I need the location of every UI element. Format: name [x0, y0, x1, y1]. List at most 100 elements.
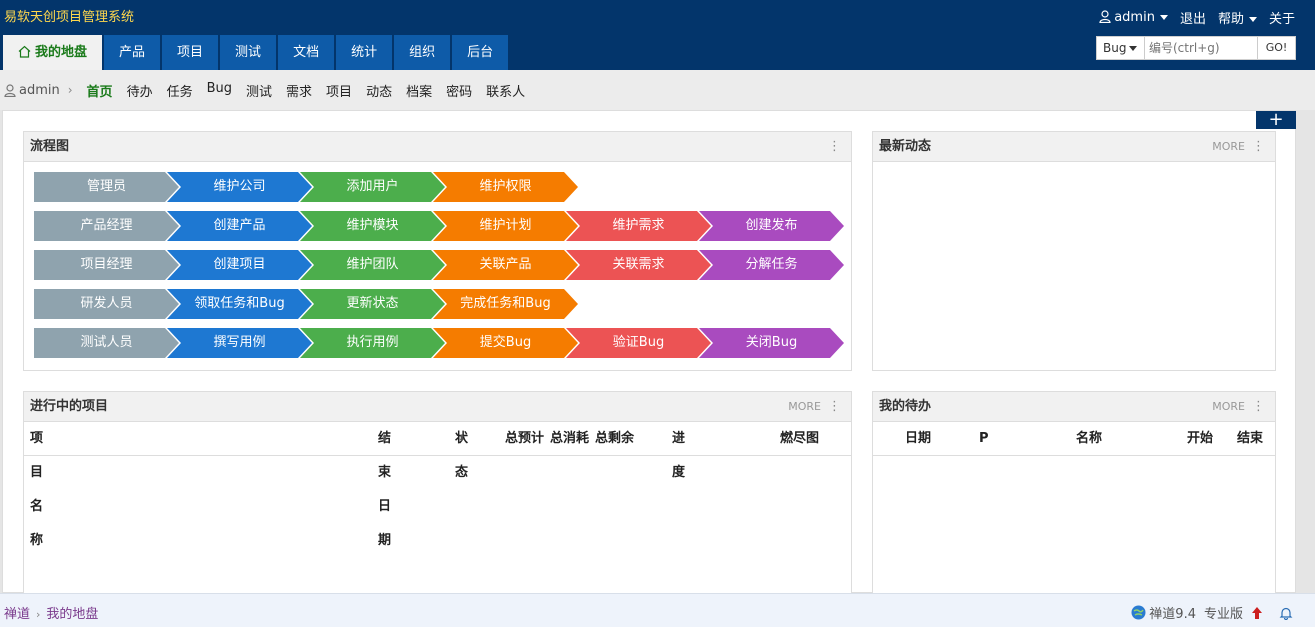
flow-step[interactable]: 分解任务: [699, 250, 844, 280]
flow-step[interactable]: 执行用例: [300, 328, 445, 358]
sort-icon: ⬍: [675, 434, 683, 444]
flow-step[interactable]: 研发人员: [34, 289, 179, 319]
brand-name[interactable]: 易软天创项目管理系统: [4, 6, 134, 25]
tab-product[interactable]: 产品: [104, 35, 161, 70]
panel-header: 进行中的项目 MORE ⋮: [24, 392, 851, 422]
subnav-dynamic[interactable]: 动态: [366, 81, 392, 100]
flow-step[interactable]: 创建发布: [699, 211, 844, 241]
col-priority: P: [979, 431, 989, 446]
tab-admin[interactable]: 后台: [452, 35, 509, 70]
more-link[interactable]: MORE: [788, 392, 821, 422]
flow-step[interactable]: 维护需求: [566, 211, 711, 241]
col-name: 名称: [1076, 431, 1103, 446]
subnav-todo[interactable]: 待办: [127, 81, 153, 100]
more-options-icon[interactable]: ⋮: [828, 132, 841, 162]
col-date: 日期: [905, 431, 932, 446]
subnav-story[interactable]: 需求: [286, 81, 312, 100]
flow-step[interactable]: 关闭Bug: [699, 328, 844, 358]
help-menu[interactable]: 帮助: [1218, 8, 1257, 27]
globe-icon: [1131, 605, 1146, 620]
flow-step[interactable]: 关联需求: [566, 250, 711, 280]
more-options-icon[interactable]: ⋮: [1252, 392, 1265, 422]
col-burndown: 燃尽图: [780, 431, 820, 446]
subnav-project[interactable]: 项目: [326, 81, 352, 100]
tab-doc[interactable]: 文档: [278, 35, 335, 70]
tab-company[interactable]: 组织: [394, 35, 451, 70]
arrow-up-icon[interactable]: [1251, 606, 1263, 620]
col-left: 总剩余: [595, 431, 635, 446]
more-options-icon[interactable]: ⋮: [828, 392, 841, 422]
logout-link[interactable]: 退出: [1180, 8, 1206, 27]
sort-icon: ⬍: [381, 434, 389, 444]
flow-step[interactable]: 更新状态: [300, 289, 445, 319]
tab-project[interactable]: 项目: [162, 35, 219, 70]
flow-step[interactable]: 领取任务和Bug: [167, 289, 312, 319]
subnav-test[interactable]: 测试: [246, 81, 272, 100]
flow-step[interactable]: 管理员: [34, 172, 179, 202]
subnav-contacts[interactable]: 联系人: [486, 81, 525, 100]
table-header: 项目名称 ⬍ 结束日期 ⬍ 状态 ⬍ 总预计 总消耗 总剩余 进度 ⬍ 燃尽图: [24, 422, 851, 548]
breadcrumb-root[interactable]: 禅道: [4, 607, 30, 622]
flow-step[interactable]: 添加用户: [300, 172, 445, 202]
flow-step[interactable]: 维护团队: [300, 250, 445, 280]
user-menu[interactable]: admin: [1099, 10, 1168, 25]
edition-link[interactable]: 专业版: [1204, 603, 1243, 622]
flow-step[interactable]: 完成任务和Bug: [433, 289, 578, 319]
main-nav: 我的地盘 产品 项目 测试 文档 统计 组织 后台: [3, 35, 509, 70]
flow-step[interactable]: 产品经理: [34, 211, 179, 241]
more-options-icon[interactable]: ⋮: [1252, 132, 1265, 162]
flow-step[interactable]: 测试人员: [34, 328, 179, 358]
chevron-down-icon: [1248, 17, 1257, 22]
flow-step[interactable]: 维护公司: [167, 172, 312, 202]
subnav-home[interactable]: 首页: [87, 81, 113, 100]
chevron-down-icon: [1129, 46, 1138, 51]
top-header: 易软天创项目管理系统 admin 退出 帮助 关于 我的地盘 产品 项目 测试 …: [0, 0, 1315, 70]
subnav-profile[interactable]: 档案: [406, 81, 432, 100]
panel-header: 我的待办 MORE ⋮: [873, 392, 1275, 422]
help-label: 帮助: [1217, 12, 1244, 27]
flow-step[interactable]: 项目经理: [34, 250, 179, 280]
flow-step[interactable]: 关联产品: [433, 250, 578, 280]
version-text: 禅道9.4: [1149, 607, 1196, 622]
panel-title: 进行中的项目: [30, 399, 109, 414]
flow-step[interactable]: 创建项目: [167, 250, 312, 280]
footer: 禅道 › 我的地盘 禅道9.4 专业版: [0, 593, 1315, 627]
version-link[interactable]: 禅道9.4: [1131, 603, 1196, 622]
search-go-button[interactable]: GO!: [1257, 37, 1295, 59]
flow-step[interactable]: 提交Bug: [433, 328, 578, 358]
subnav-task[interactable]: 任务: [167, 81, 193, 100]
bell-icon[interactable]: [1279, 606, 1293, 620]
search-type-value: Bug: [1103, 41, 1127, 55]
footer-breadcrumb: 禅道 › 我的地盘: [4, 603, 98, 622]
search-input[interactable]: [1145, 37, 1257, 59]
ongoing-projects-panel: 进行中的项目 MORE ⋮ 项目名称 ⬍ 结束日期 ⬍ 状态 ⬍ 总预计 总消耗 总剩…: [23, 391, 852, 596]
add-block-button[interactable]: +: [1256, 111, 1296, 129]
flow-step[interactable]: 撰写用例: [167, 328, 312, 358]
tab-test[interactable]: 测试: [220, 35, 277, 70]
my-todo-panel: 我的待办 MORE ⋮ 日期 P 名称 开始 结束: [872, 391, 1276, 596]
flow-step[interactable]: 创建产品: [167, 211, 312, 241]
subnav-password[interactable]: 密码: [446, 81, 472, 100]
search-type-select[interactable]: Bug: [1097, 37, 1145, 59]
breadcrumb-user[interactable]: admin: [4, 83, 60, 98]
flow-step[interactable]: 维护模块: [300, 211, 445, 241]
breadcrumb-current[interactable]: 我的地盘: [46, 607, 98, 622]
footer-right: 禅道9.4 专业版: [1131, 603, 1293, 622]
tab-report[interactable]: 统计: [336, 35, 393, 70]
tab-my-dashboard[interactable]: 我的地盘: [3, 35, 103, 70]
about-link[interactable]: 关于: [1269, 8, 1295, 27]
col-end: 结束: [1237, 431, 1264, 446]
sort-icon: ⬍: [33, 434, 41, 444]
flow-step[interactable]: 验证Bug: [566, 328, 711, 358]
flow-step[interactable]: 维护计划: [433, 211, 578, 241]
panel-header: 流程图 ⋮: [24, 132, 851, 162]
latest-activity-panel: 最新动态 MORE ⋮: [872, 131, 1276, 371]
home-icon: [18, 45, 31, 58]
panel-title: 流程图: [30, 139, 70, 154]
col-begin: 开始: [1187, 431, 1214, 446]
sort-icon: ⬍: [458, 434, 466, 444]
subnav-bug[interactable]: Bug: [207, 81, 232, 100]
more-link[interactable]: MORE: [1212, 392, 1245, 422]
flow-step[interactable]: 维护权限: [433, 172, 578, 202]
more-link[interactable]: MORE: [1212, 132, 1245, 162]
